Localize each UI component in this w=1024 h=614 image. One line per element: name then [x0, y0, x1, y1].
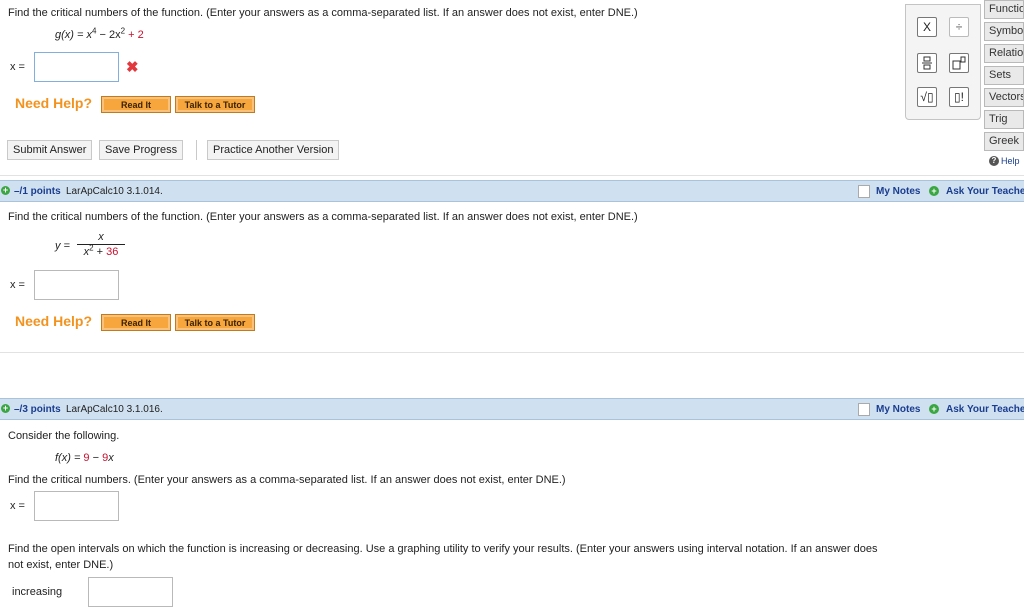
tab-relations[interactable]: Relatio	[984, 44, 1024, 63]
times-button[interactable]: X	[917, 17, 937, 37]
sqrt-button[interactable]: √▯	[917, 87, 937, 107]
tab-vectors[interactable]: Vectors	[984, 88, 1024, 107]
help-icon: ?	[989, 156, 999, 166]
q2-prompt: Find the critical numbers of the functio…	[8, 211, 638, 223]
q3-prompt-intervals-line2: not exist, enter DNE.)	[8, 559, 114, 571]
superscript-icon	[952, 56, 966, 70]
submit-answer-button[interactable]: Submit Answer	[7, 140, 93, 160]
q1-func-mid: − 2x	[96, 29, 121, 41]
tab-sets[interactable]: Sets	[984, 66, 1024, 85]
q3-x-label: x =	[10, 500, 25, 512]
fraction-button[interactable]	[917, 53, 937, 73]
q2-talk-to-tutor-button[interactable]: Talk to a Tutor	[175, 314, 255, 331]
q2-ask-teacher-link[interactable]: Ask Your Teacher	[946, 186, 1024, 197]
palette-help-link[interactable]: ? Help	[989, 156, 1020, 166]
q2-fraction-bar	[77, 244, 125, 245]
q1-function: g(x) = x4 − 2x2 + 2	[55, 27, 144, 41]
q2-my-notes-checkbox[interactable]	[858, 185, 870, 198]
math-palette: X ÷ √▯ ▯!	[905, 4, 981, 120]
divider	[0, 175, 1024, 176]
q2-question-id: LarApCalc10 3.1.014.	[66, 186, 163, 197]
button-separator	[196, 140, 197, 160]
q2-y-label: y =	[55, 240, 70, 252]
q3-points: –/3 points	[14, 404, 61, 415]
incorrect-icon: ✖	[126, 59, 139, 76]
q3-increasing-input[interactable]	[88, 577, 173, 607]
q3-answer-input[interactable]	[34, 491, 119, 521]
q1-x-label: x =	[10, 61, 25, 73]
q2-fraction: x x2 + 36	[77, 231, 125, 258]
q3-ask-plus-icon: +	[929, 404, 939, 414]
q3-func-mid: −	[89, 452, 103, 464]
q3-func-var: x	[108, 452, 114, 464]
q2-numerator: x	[98, 231, 104, 243]
q1-talk-to-tutor-button[interactable]: Talk to a Tutor	[175, 96, 255, 113]
factorial-button[interactable]: ▯!	[949, 87, 969, 107]
q1-need-help-label: Need Help?	[15, 95, 93, 111]
q1-read-it-button[interactable]: Read It	[101, 96, 171, 113]
q2-denom-plus: +	[93, 246, 107, 258]
q2-my-notes-link[interactable]: My Notes	[876, 186, 920, 197]
q2-header-bar: + –/1 points LarApCalc10 3.1.014. My Not…	[0, 180, 1024, 202]
q3-header-bar: + –/3 points LarApCalc10 3.1.016. My Not…	[0, 398, 1024, 420]
tab-trig[interactable]: Trig	[984, 110, 1024, 129]
q2-denom-const: 36	[106, 246, 119, 258]
q2-answer-input[interactable]	[34, 270, 119, 300]
tab-functions[interactable]: Functio	[984, 0, 1024, 19]
q1-prompt: Find the critical numbers of the functio…	[8, 7, 638, 19]
q3-increasing-label: increasing	[12, 586, 63, 598]
save-progress-button[interactable]: Save Progress	[99, 140, 184, 160]
q1-func-const: + 2	[125, 29, 144, 41]
q2-expand-icon[interactable]: +	[1, 186, 10, 195]
q1-answer-input[interactable]	[34, 52, 119, 82]
superscript-button[interactable]	[949, 53, 969, 73]
q3-question-id: LarApCalc10 3.1.016.	[66, 404, 163, 415]
q3-function: f(x) = 9 − 9x	[55, 452, 114, 464]
divide-button[interactable]: ÷	[949, 17, 969, 37]
q2-y-eq: y =	[55, 240, 70, 252]
q3-prompt-critical: Find the critical numbers. (Enter your a…	[8, 474, 566, 486]
q2-x-label: x =	[10, 279, 25, 291]
tab-symbols[interactable]: Symbo	[984, 22, 1024, 41]
q2-points: –/1 points	[14, 186, 61, 197]
q3-prompt-intervals-line1: Find the open intervals on which the fun…	[8, 543, 878, 555]
q3-my-notes-checkbox[interactable]	[858, 403, 870, 416]
q1-func-lhs: g(x) = x	[55, 29, 92, 41]
q3-expand-icon[interactable]: +	[1, 404, 10, 413]
q2-need-help-label: Need Help?	[15, 313, 93, 329]
fraction-icon	[922, 56, 932, 70]
practice-another-version-button[interactable]: Practice Another Version	[207, 140, 340, 160]
tab-greek[interactable]: Greek	[984, 132, 1024, 151]
q3-intro: Consider the following.	[8, 430, 120, 442]
q2-denominator: x2 + 36	[77, 244, 125, 258]
help-label: Help	[1001, 156, 1020, 166]
q3-func-lhs: f(x) =	[55, 452, 84, 464]
q2-ask-plus-icon: +	[929, 186, 939, 196]
q3-my-notes-link[interactable]: My Notes	[876, 404, 920, 415]
q2-read-it-button[interactable]: Read It	[101, 314, 171, 331]
q3-ask-teacher-link[interactable]: Ask Your Teacher	[946, 404, 1024, 415]
divider	[0, 352, 1024, 353]
